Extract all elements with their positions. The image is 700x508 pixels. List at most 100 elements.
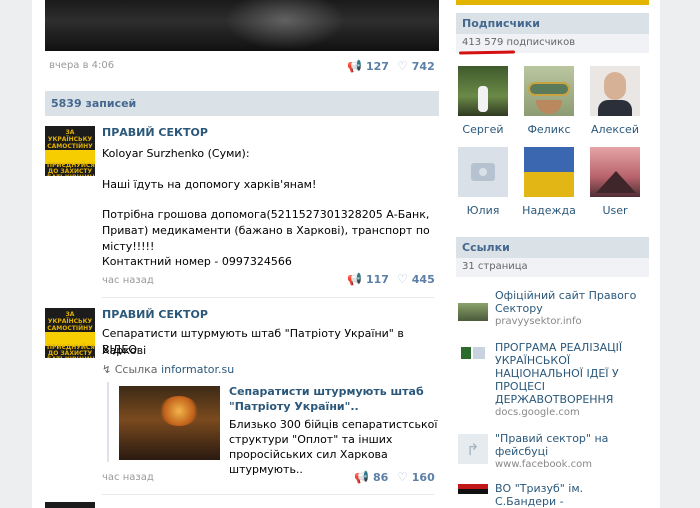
fire-glow — [159, 396, 199, 426]
subscriber-name[interactable]: Алексей — [585, 123, 645, 136]
subscriber-name[interactable]: Юлия — [453, 204, 513, 217]
photo-shine — [225, 0, 345, 50]
subscriber-photo[interactable] — [524, 147, 574, 197]
link-preview[interactable]: Сепаратисти штурмують штаб "Патріоту Укр… — [107, 382, 437, 476]
share-counter[interactable]: 📢 86 — [354, 470, 388, 484]
post-text-line: Приват) медикаменти (бажано в Харкові), … — [102, 224, 430, 237]
link-thumbnail[interactable] — [458, 343, 488, 373]
post-divider — [102, 494, 434, 495]
red-underline-mark — [458, 50, 516, 55]
link-prefix: Ссылка — [114, 363, 158, 376]
preview-title[interactable]: Сепаратисти штурмують штаб "Патріоту Укр… — [229, 384, 434, 414]
like-count: 160 — [411, 470, 435, 484]
share-count: 127 — [365, 59, 389, 73]
link-text[interactable]: ПРОГРАМА РЕАЛІЗАЦІЇ УКРАЇНСЬКОЇ НАЦІОНАЛ… — [495, 341, 645, 419]
wall-post: ЗА УКРАЇНСЬКУ САМОСТІЙНУ СОБОРНУ ДЕРЖАВУ… — [45, 308, 439, 488]
wall-column: вчера в 4:06 📢 127 ♡ 742 5839 записей ЗА У… — [40, 0, 440, 508]
sidebar: Подписчики 413 579 подписчиков Сергей Фе… — [456, 0, 649, 508]
wall-header[interactable]: 5839 записей — [45, 91, 439, 116]
subscriber-photo[interactable] — [590, 147, 640, 197]
link-text[interactable]: Офіційний сайт Правого Сектору pravyysek… — [495, 289, 645, 328]
link-domain: informator.su — [161, 363, 235, 376]
share-count: 86 — [372, 470, 389, 484]
link-text[interactable]: ВО "Тризуб" ім. С.Бандери - "Бандерівець… — [495, 482, 645, 508]
page-shell: вчера в 4:06 📢 127 ♡ 742 5839 записей ЗА У… — [32, 0, 660, 508]
subscriber[interactable]: Феликс — [519, 66, 579, 136]
link-title[interactable]: "Правий сектор" на фейсбуці — [495, 432, 645, 458]
link-arrow-icon: ↯ — [102, 363, 112, 376]
like-counter[interactable]: ♡ 160 — [397, 470, 435, 484]
subscriber-photo[interactable] — [458, 147, 508, 197]
subscriber-name[interactable]: Сергей — [453, 123, 513, 136]
link-item[interactable]: ПРОГРАМА РЕАЛІЗАЦІЇ УКРАЇНСЬКОЇ НАЦІОНАЛ… — [456, 341, 649, 419]
links-count-bar[interactable]: 31 страница — [456, 258, 649, 277]
post-text-line: Koloyar Surzhenko (Суми): — [102, 147, 250, 160]
preview-image[interactable] — [119, 386, 220, 460]
post-author[interactable]: ПРАВИЙ СЕКТОР — [102, 126, 208, 139]
post-photo[interactable] — [45, 0, 439, 51]
preview-description: Близько 300 бійців сепаратистської струк… — [229, 418, 438, 476]
link-domain: www.facebook.com — [495, 459, 593, 470]
link-title[interactable]: ВО "Тризуб" ім. С.Бандери - "Бандерівець… — [495, 482, 645, 508]
camera-lens — [477, 166, 489, 178]
next-post-avatar[interactable] — [45, 502, 95, 508]
heart-icon: ♡ — [397, 272, 408, 286]
share-count: 117 — [365, 272, 389, 286]
subscribers-header[interactable]: Подписчики — [456, 13, 649, 34]
wall-count: 5839 записей — [51, 97, 137, 110]
link-text[interactable]: "Правий сектор" на фейсбуці www.facebook… — [495, 432, 645, 471]
link-item[interactable]: ↱ "Правий сектор" на фейсбуці www.facebo… — [456, 432, 649, 472]
share-counter[interactable]: 📢 117 — [347, 272, 389, 286]
avatar-placeholder — [473, 347, 485, 359]
heart-icon: ♡ — [397, 470, 408, 484]
subscriber-name[interactable]: Феликс — [519, 123, 579, 136]
subscriber-photo[interactable] — [458, 66, 508, 116]
link-domain: pravyysektor.info — [495, 316, 582, 327]
links-header[interactable]: Ссылки — [456, 237, 649, 258]
top-banner-strip — [456, 0, 649, 5]
subscriber-name[interactable]: User — [585, 204, 645, 217]
person-figure — [478, 86, 488, 112]
like-counter[interactable]: ♡ 742 — [397, 59, 435, 73]
link-title[interactable]: ПРОГРАМА РЕАЛІЗАЦІЇ УКРАЇНСЬКОЇ НАЦІОНАЛ… — [495, 341, 645, 406]
post-time[interactable]: вчера в 4:06 — [49, 60, 114, 71]
megaphone-icon: 📢 — [354, 470, 369, 484]
link-item[interactable]: ВО "Тризуб" ім. С.Бандери - "Бандерівець… — [456, 482, 649, 508]
shirt-shape — [598, 100, 632, 116]
link-item[interactable]: Офіційний сайт Правого Сектору pravyysek… — [456, 289, 649, 331]
megaphone-icon: 📢 — [347, 59, 362, 73]
subscriber[interactable]: Надежда — [519, 147, 579, 217]
share-counter[interactable]: 📢 127 — [347, 59, 389, 73]
avatar-text-bottom: ПРИЄДНУЙСЯ ДО ЗАХИСТУ БАТЬКІВЩИНИ! — [47, 344, 95, 359]
subscriber-photo[interactable] — [524, 66, 574, 116]
subscriber-photo[interactable] — [590, 66, 640, 116]
goggles-shape — [528, 82, 570, 96]
like-counter[interactable]: ♡ 445 — [397, 272, 435, 286]
link-domain: docs.google.com — [495, 407, 580, 418]
post-meta: вчера в 4:06 📢 127 ♡ 742 — [45, 58, 439, 74]
attachment-link[interactable]: ↯ Ссылка informator.su — [102, 363, 234, 376]
group-avatar[interactable]: ЗА УКРАЇНСЬКУ САМОСТІЙНУ СОБОРНУ ДЕРЖАВУ… — [45, 308, 95, 358]
megaphone-icon: 📢 — [347, 272, 362, 286]
link-thumbnail[interactable]: ↱ — [458, 434, 488, 464]
doc-icon — [461, 347, 471, 359]
heart-icon: ♡ — [397, 59, 408, 73]
post-time[interactable]: час назад — [102, 275, 154, 286]
share-arrow-icon: ↱ — [466, 440, 480, 459]
mountain-shape — [596, 171, 636, 193]
subscriber[interactable]: Сергей — [453, 66, 513, 136]
subscriber[interactable]: User — [585, 147, 645, 217]
post-time[interactable]: час назад — [102, 472, 154, 483]
post-divider — [102, 297, 434, 298]
subscriber-name[interactable]: Надежда — [519, 204, 579, 217]
subscriber[interactable]: Алексей — [585, 66, 645, 136]
subscriber[interactable]: Юлия — [453, 147, 513, 217]
avatar-text-bottom: ПРИЄДНУЙСЯ ДО ЗАХИСТУ БАТЬКІВЩИНИ! — [47, 162, 95, 177]
group-avatar[interactable]: ЗА УКРАЇНСЬКУ САМОСТІЙНУ СОБОРНУ ДЕРЖАВУ… — [45, 126, 95, 176]
link-thumbnail[interactable] — [458, 291, 488, 321]
post-text-line: Наші їдуть на допомогу харків'янам! — [102, 178, 317, 191]
post-author[interactable]: ПРАВИЙ СЕКТОР — [102, 308, 208, 321]
face-shape — [604, 72, 626, 100]
link-thumbnail[interactable] — [458, 484, 488, 494]
link-title[interactable]: Офіційний сайт Правого Сектору — [495, 289, 645, 315]
